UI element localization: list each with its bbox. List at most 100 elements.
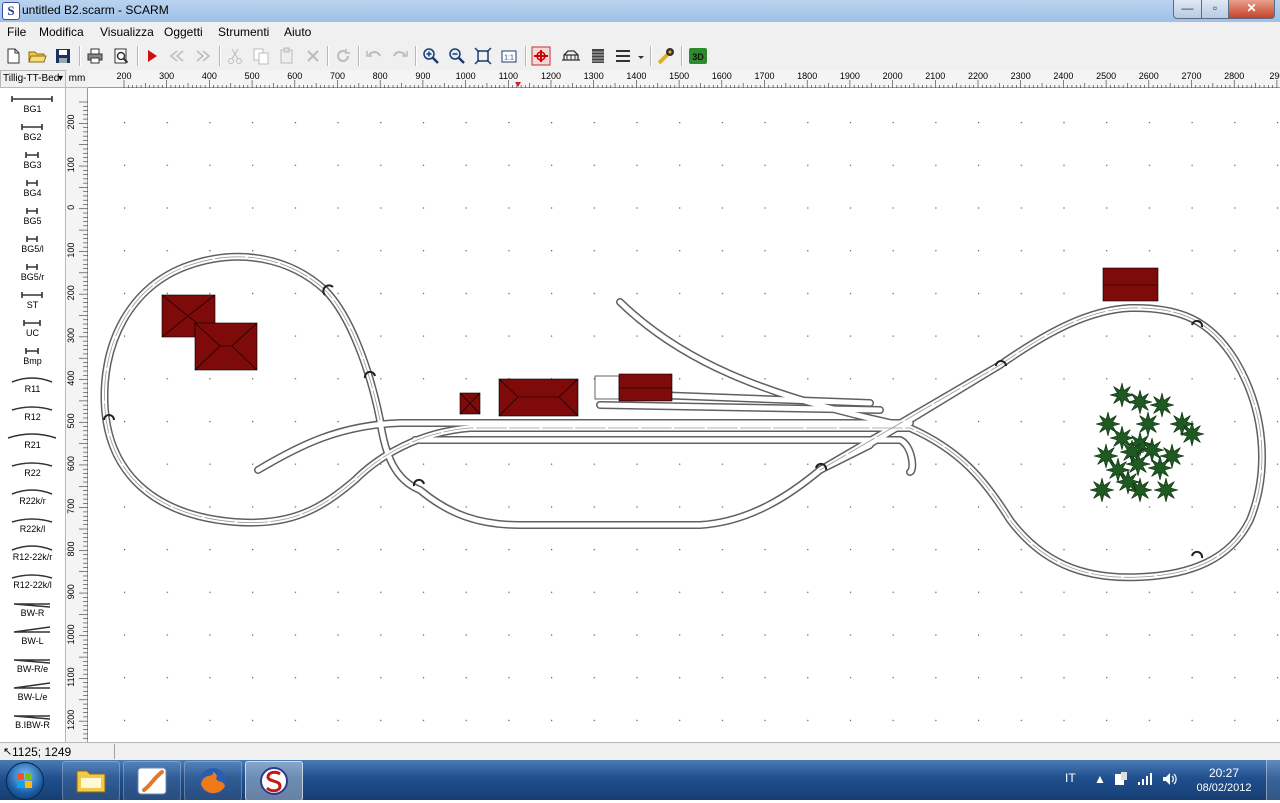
library-item[interactable]: R22k/l <box>0 514 65 540</box>
network-icon[interactable] <box>1137 771 1153 787</box>
library-item[interactable]: BG1 <box>0 94 65 120</box>
show-hidden-icons-icon[interactable]: ▲ <box>1094 772 1106 786</box>
layers-icon[interactable] <box>614 46 634 66</box>
library-item[interactable]: R12-22k/l <box>0 570 65 596</box>
menu-strumenti[interactable]: Strumenti <box>218 25 269 39</box>
building[interactable] <box>194 322 258 371</box>
tree[interactable] <box>1153 477 1179 503</box>
minimize-button[interactable]: — <box>1173 0 1202 19</box>
scarm-app-icon[interactable]: S <box>2 2 20 20</box>
building[interactable] <box>459 392 481 415</box>
rotate-icon[interactable] <box>333 46 353 66</box>
measure-icon[interactable] <box>656 46 676 66</box>
title-bar: S untitled B2.scarm - SCARM — ▫ ✕ <box>0 0 1280 22</box>
maximize-button[interactable]: ▫ <box>1201 0 1229 19</box>
track-piece-icon <box>11 377 53 383</box>
copy-icon[interactable] <box>251 46 271 66</box>
library-item[interactable]: BG4 <box>0 178 65 204</box>
clock-time[interactable]: 20:27 <box>1196 766 1252 780</box>
print-icon[interactable] <box>85 46 105 66</box>
library-item[interactable]: BG5/l <box>0 234 65 260</box>
rewind-icon[interactable] <box>167 46 187 66</box>
ruler-tick-label: 500 <box>66 413 76 428</box>
building[interactable] <box>1102 267 1159 302</box>
save-icon[interactable] <box>53 46 73 66</box>
view-3d-icon[interactable]: 3D <box>688 46 708 66</box>
library-item[interactable]: R22 <box>0 458 65 484</box>
library-item[interactable]: B.IBW-R <box>0 710 65 736</box>
ruler-tick-label: 600 <box>287 71 302 81</box>
play-icon[interactable] <box>142 46 162 66</box>
taskbar-firefox[interactable] <box>184 761 242 801</box>
language-indicator[interactable]: IT <box>1065 771 1076 785</box>
ruler-tick-label: 2500 <box>1096 71 1116 81</box>
library-item[interactable]: UC <box>0 318 65 344</box>
print-preview-icon[interactable] <box>111 46 131 66</box>
library-item[interactable]: R11 <box>0 374 65 400</box>
tree[interactable] <box>1115 469 1141 495</box>
library-item[interactable]: R21 <box>0 430 65 456</box>
library-item[interactable]: R12-22k/r <box>0 542 65 568</box>
building[interactable] <box>618 373 673 402</box>
action-center-icon[interactable] <box>1113 771 1129 787</box>
library-item[interactable]: BW-R <box>0 598 65 624</box>
start-button[interactable] <box>6 762 44 800</box>
paste-icon[interactable] <box>277 46 297 66</box>
library-select[interactable]: Tillig-TT-Bed ▾ <box>0 70 66 88</box>
library-item-label: BW-L <box>21 636 44 646</box>
zoom-1to1-icon[interactable]: 1:1 <box>499 46 519 66</box>
tree[interactable] <box>1089 477 1115 503</box>
toolbar-separator <box>525 46 527 66</box>
library-item[interactable]: BG5 <box>0 206 65 232</box>
library-item[interactable]: BG2 <box>0 122 65 148</box>
library-item[interactable]: BW-L <box>0 626 65 652</box>
delete-icon[interactable] <box>303 46 323 66</box>
zoom-fit-icon[interactable] <box>473 46 493 66</box>
library-item[interactable]: R12 <box>0 402 65 428</box>
menu-aiuto[interactable]: Aiuto <box>284 25 311 39</box>
zoom-in-icon[interactable] <box>421 46 441 66</box>
taskbar-scarm[interactable] <box>245 761 303 801</box>
forward-icon[interactable] <box>193 46 213 66</box>
menu-visualizza[interactable]: Visualizza <box>100 25 154 39</box>
volume-icon[interactable] <box>1161 771 1179 787</box>
building[interactable] <box>594 375 620 400</box>
library-item[interactable]: BG5/r <box>0 262 65 288</box>
track-mode-icon[interactable] <box>531 46 551 66</box>
ruler-tick-label: 2300 <box>1011 71 1031 81</box>
zoom-out-icon[interactable] <box>447 46 467 66</box>
menu-oggetti[interactable]: Oggetti <box>164 25 203 39</box>
tree[interactable] <box>1127 389 1153 415</box>
tree[interactable] <box>1125 451 1151 477</box>
taskbar-paint[interactable] <box>123 761 181 801</box>
library-item[interactable]: BW-L/e <box>0 682 65 708</box>
menu-modifica[interactable]: Modifica <box>39 25 84 39</box>
tree[interactable] <box>1149 392 1175 418</box>
structure-icon[interactable] <box>588 46 608 66</box>
show-desktop-button[interactable] <box>1266 760 1280 800</box>
open-icon[interactable] <box>27 46 47 66</box>
library-item[interactable]: Bmp <box>0 346 65 372</box>
layout-drawing[interactable] <box>88 88 1280 742</box>
redo-icon[interactable] <box>390 46 410 66</box>
close-button[interactable]: ✕ <box>1228 0 1275 19</box>
ruler-tick-label: 200 <box>66 285 76 300</box>
clock-date[interactable]: 08/02/2012 <box>1192 782 1256 794</box>
new-icon[interactable] <box>3 46 23 66</box>
chevron-down-icon[interactable] <box>637 54 645 62</box>
tree[interactable] <box>1109 382 1135 408</box>
library-item[interactable]: R22k/r <box>0 486 65 512</box>
library-item[interactable]: BW-R/e <box>0 654 65 680</box>
tree[interactable] <box>1147 455 1173 481</box>
undo-icon[interactable] <box>364 46 384 66</box>
building[interactable] <box>498 378 579 417</box>
cut-icon[interactable] <box>225 46 245 66</box>
bridge-icon[interactable] <box>561 46 581 66</box>
layout-canvas[interactable] <box>88 88 1280 742</box>
library-item[interactable]: ST <box>0 290 65 316</box>
taskbar-explorer[interactable] <box>62 761 120 801</box>
tree[interactable] <box>1179 421 1205 447</box>
menu-file[interactable]: File <box>7 25 26 39</box>
track-piece-icon <box>25 152 39 158</box>
library-item[interactable]: BG3 <box>0 150 65 176</box>
